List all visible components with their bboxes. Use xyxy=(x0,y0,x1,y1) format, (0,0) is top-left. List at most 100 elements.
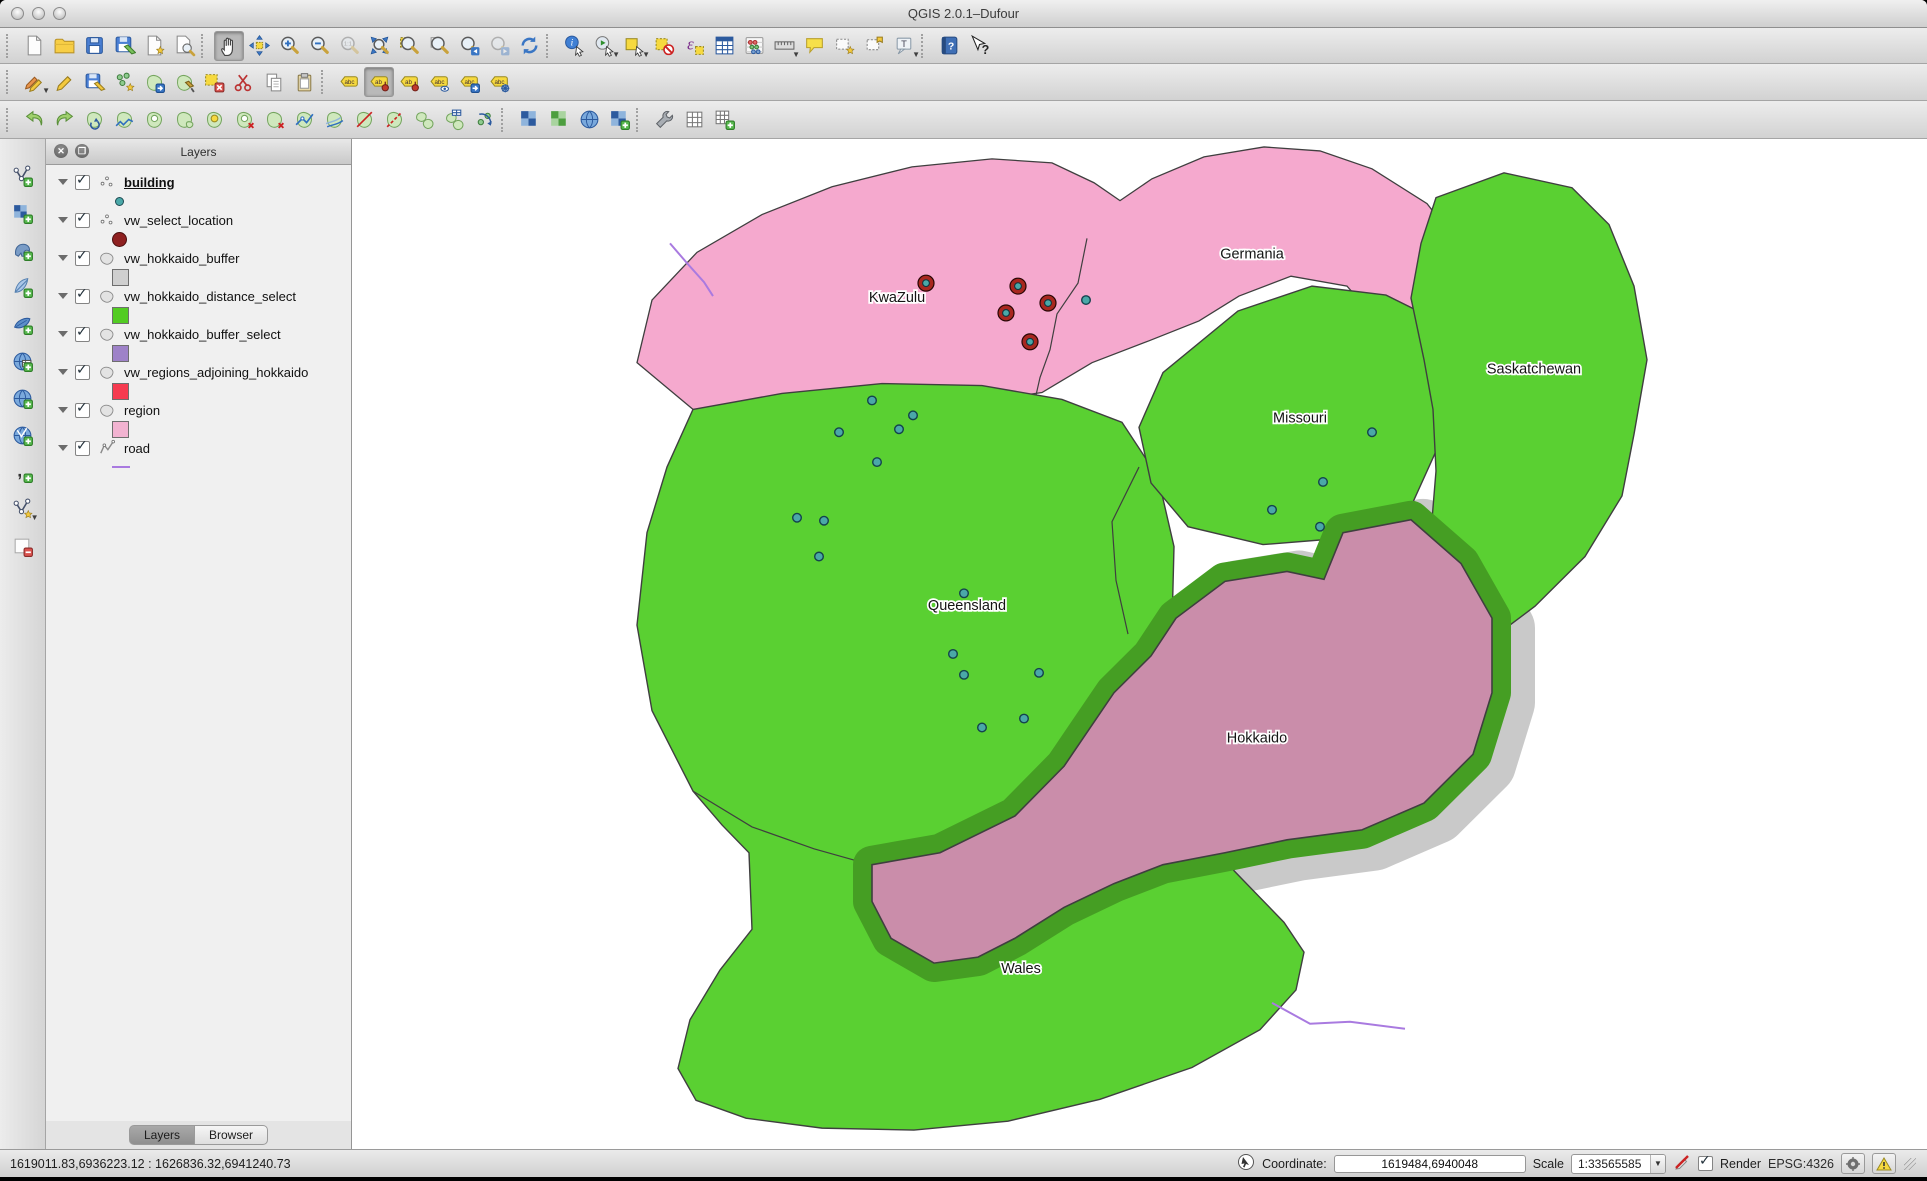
add-delimited-text-button[interactable]: , xyxy=(8,457,38,487)
select-by-expression-button[interactable]: ε xyxy=(679,31,709,61)
layer-visibility-checkbox[interactable]: ✓ xyxy=(75,251,90,266)
add-mssql-layer-button[interactable] xyxy=(8,309,38,339)
title-bar[interactable]: QGIS 2.0.1–Dufour xyxy=(0,0,1927,28)
simplify-feature-button[interactable] xyxy=(109,105,139,135)
layer-item-road[interactable]: ✓road xyxy=(46,437,351,459)
building-point[interactable] xyxy=(1082,296,1091,305)
expand-triangle-icon[interactable] xyxy=(58,407,68,413)
building-point[interactable] xyxy=(1035,669,1044,678)
building-point[interactable] xyxy=(1319,478,1328,487)
zoom-window-icon[interactable] xyxy=(53,7,66,20)
paste-features-button[interactable] xyxy=(289,67,319,97)
show-bookmarks-button[interactable] xyxy=(859,31,889,61)
stop-render-icon[interactable] xyxy=(1673,1153,1691,1174)
split-features-button[interactable] xyxy=(349,105,379,135)
add-ring-button[interactable] xyxy=(139,105,169,135)
render-checkbox[interactable]: ✓ xyxy=(1698,1156,1713,1171)
zoom-last-button[interactable] xyxy=(454,31,484,61)
rotate-point-symbols-button[interactable] xyxy=(469,105,499,135)
undo-button[interactable] xyxy=(19,105,49,135)
attribute-table-button[interactable] xyxy=(709,31,739,61)
add-raster-layer-button[interactable] xyxy=(8,198,38,228)
delete-part-button[interactable] xyxy=(259,105,289,135)
zoom-full-button[interactable] xyxy=(364,31,394,61)
add-wcs-layer-button[interactable] xyxy=(8,383,38,413)
delete-ring-button[interactable] xyxy=(229,105,259,135)
add-wfs-layer-button[interactable] xyxy=(8,420,38,450)
grid-add-tool-button[interactable] xyxy=(709,105,739,135)
building-point[interactable] xyxy=(1268,506,1277,515)
layer-item-region[interactable]: ✓region xyxy=(46,399,351,421)
minimize-window-icon[interactable] xyxy=(32,7,45,20)
add-wms-layer-button[interactable] xyxy=(8,346,38,376)
add-feature-button[interactable] xyxy=(109,67,139,97)
raster-tool-button[interactable] xyxy=(604,105,634,135)
building-point[interactable] xyxy=(815,552,824,561)
map-tips-button[interactable] xyxy=(799,31,829,61)
rotate-feature-button[interactable] xyxy=(79,105,109,135)
move-label-button[interactable]: abc xyxy=(454,67,484,97)
show-hide-labels-button[interactable]: abc xyxy=(424,67,454,97)
layer-item-vw_regions_adjoining_hokkaido[interactable]: ✓vw_regions_adjoining_hokkaido xyxy=(46,361,351,383)
layer-item-building[interactable]: ✓building xyxy=(46,171,351,193)
building-point[interactable] xyxy=(895,425,904,434)
change-label-properties-button[interactable]: abc xyxy=(484,67,514,97)
add-postgis-layer-button[interactable] xyxy=(8,235,38,265)
layer-visibility-checkbox[interactable]: ✓ xyxy=(75,175,90,190)
scale-select[interactable]: 1:33565585 ▼ xyxy=(1571,1154,1666,1174)
reshape-features-button[interactable] xyxy=(289,105,319,135)
add-part-button[interactable] xyxy=(169,105,199,135)
building-point[interactable] xyxy=(835,428,844,437)
copy-features-button[interactable] xyxy=(259,67,289,97)
panel-float-icon[interactable]: ❐ xyxy=(75,144,89,158)
remove-layer-button[interactable] xyxy=(8,531,38,561)
add-spatialite-layer-button[interactable] xyxy=(8,272,38,302)
new-shapefile-layer-button[interactable]: ▼ xyxy=(8,494,38,524)
text-annotation-button[interactable]: T▼ xyxy=(889,31,919,61)
panel-tab-layers[interactable]: Layers xyxy=(129,1125,194,1145)
expand-triangle-icon[interactable] xyxy=(58,255,68,261)
grid-tool-button[interactable] xyxy=(679,105,709,135)
layer-visibility-checkbox[interactable]: ✓ xyxy=(75,289,90,304)
redo-button[interactable] xyxy=(49,105,79,135)
cut-features-button[interactable] xyxy=(229,67,259,97)
zoom-out-button[interactable] xyxy=(304,31,334,61)
deselect-all-button[interactable] xyxy=(649,31,679,61)
whats-this-button[interactable]: ? xyxy=(964,31,994,61)
coordinate-input[interactable] xyxy=(1334,1155,1526,1173)
expand-triangle-icon[interactable] xyxy=(58,445,68,451)
building-point[interactable] xyxy=(949,650,958,659)
offset-curve-button[interactable] xyxy=(319,105,349,135)
fill-ring-button[interactable] xyxy=(199,105,229,135)
crs-projector-button[interactable] xyxy=(1841,1153,1865,1174)
merge-features-button[interactable] xyxy=(409,105,439,135)
delete-selected-button[interactable] xyxy=(199,67,229,97)
field-calculator-button[interactable] xyxy=(739,31,769,61)
run-feature-action-button[interactable]: ▼ xyxy=(589,31,619,61)
current-edits-button[interactable]: ▼ xyxy=(19,67,49,97)
building-point[interactable] xyxy=(793,513,802,522)
select-features-button[interactable]: ▼ xyxy=(619,31,649,61)
open-project-button[interactable] xyxy=(49,31,79,61)
layer-item-vw_hokkaido_buffer[interactable]: ✓vw_hokkaido_buffer xyxy=(46,247,351,269)
building-point[interactable] xyxy=(1316,522,1325,531)
refresh-map-button[interactable] xyxy=(514,31,544,61)
zoom-to-layer-button[interactable] xyxy=(424,31,454,61)
measure-button[interactable]: ▼ xyxy=(769,31,799,61)
layer-item-vw_hokkaido_distance_select[interactable]: ✓vw_hokkaido_distance_select xyxy=(46,285,351,307)
expand-triangle-icon[interactable] xyxy=(58,179,68,185)
layer-item-vw_hokkaido_buffer_select[interactable]: ✓vw_hokkaido_buffer_select xyxy=(46,323,351,345)
composer-manager-button[interactable] xyxy=(169,31,199,61)
building-point[interactable] xyxy=(873,458,882,467)
zoom-to-selection-button[interactable] xyxy=(394,31,424,61)
move-feature-button[interactable] xyxy=(139,67,169,97)
layer-visibility-checkbox[interactable]: ✓ xyxy=(75,403,90,418)
save-project-as-button[interactable] xyxy=(109,31,139,61)
panel-close-icon[interactable]: ✕ xyxy=(54,144,68,158)
expand-triangle-icon[interactable] xyxy=(58,217,68,223)
add-vector-layer-button[interactable] xyxy=(8,161,38,191)
expand-triangle-icon[interactable] xyxy=(58,331,68,337)
building-point[interactable] xyxy=(1020,714,1029,723)
help-contents-button[interactable]: ? xyxy=(934,31,964,61)
layer-visibility-checkbox[interactable]: ✓ xyxy=(75,441,90,456)
